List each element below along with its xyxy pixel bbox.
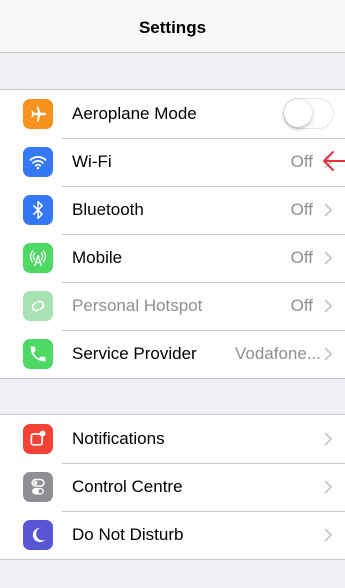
chevron-right-icon (324, 528, 333, 542)
row-label: Aeroplane Mode (72, 104, 197, 123)
row-service-provider[interactable]: Service Provider Vodafone... (0, 330, 345, 378)
row-value: Off (290, 200, 313, 219)
chevron-right-icon (324, 432, 333, 446)
row-value: Off (290, 152, 313, 171)
chevron-right-icon (324, 203, 333, 217)
row-label: Personal Hotspot (72, 296, 203, 315)
hotspot-icon (23, 291, 53, 321)
row-wifi[interactable]: Wi-Fi Off (0, 138, 345, 186)
navigation-bar: Settings (0, 0, 345, 53)
row-label: Mobile (72, 248, 123, 267)
row-label: Notifications (72, 429, 165, 448)
airplane-icon (23, 99, 53, 129)
row-label: Do Not Disturb (72, 525, 184, 544)
annotation-arrow-icon (323, 151, 345, 171)
row-bluetooth[interactable]: Bluetooth Off (0, 186, 345, 234)
chevron-right-icon (324, 480, 333, 494)
row-do-not-disturb[interactable]: Do Not Disturb (0, 511, 345, 559)
chevron-right-icon (324, 347, 333, 361)
row-label: Control Centre (72, 477, 183, 496)
row-label: Wi-Fi (72, 152, 112, 171)
row-aeroplane-mode[interactable]: Aeroplane Mode (0, 90, 345, 138)
wifi-icon (23, 147, 53, 177)
row-value: Off (290, 296, 313, 315)
bluetooth-icon (23, 195, 53, 225)
aeroplane-mode-toggle[interactable] (283, 98, 334, 129)
page-title: Settings (138, 18, 207, 37)
moon-icon (23, 520, 53, 550)
row-notifications[interactable]: Notifications (0, 415, 345, 463)
toggle-knob (284, 99, 312, 127)
row-value: Vodafone... (234, 344, 321, 363)
chevron-right-icon (324, 299, 333, 313)
row-value: Off (290, 248, 313, 267)
row-mobile[interactable]: Mobile Off (0, 234, 345, 282)
notifications-icon (23, 424, 53, 454)
antenna-icon (23, 243, 53, 273)
phone-icon (23, 339, 53, 369)
row-label: Service Provider (72, 344, 197, 363)
row-personal-hotspot[interactable]: Personal Hotspot Off (0, 282, 345, 330)
settings-group-notifications: Notifications Control Centre Do Not Dist… (0, 414, 345, 560)
settings-group-connectivity: Aeroplane Mode Wi-Fi Off Bluetooth Off M… (0, 89, 345, 379)
control-centre-icon (23, 472, 53, 502)
row-control-centre[interactable]: Control Centre (0, 463, 345, 511)
chevron-right-icon (324, 251, 333, 265)
row-label: Bluetooth (72, 200, 144, 219)
